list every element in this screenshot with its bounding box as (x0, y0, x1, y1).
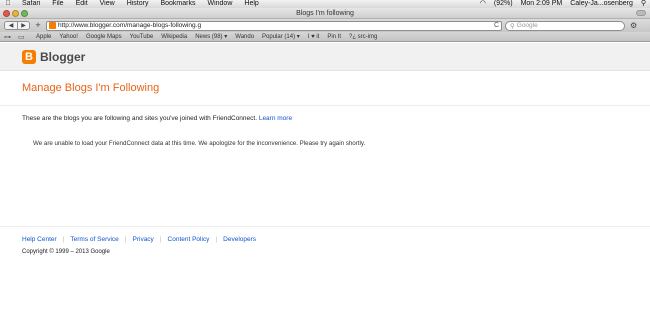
bookmark-yahoo[interactable]: Yahoo! (55, 34, 82, 40)
show-all-bookmarks-icon[interactable]: ▭ (18, 33, 32, 41)
add-bookmark-button[interactable]: + (33, 21, 43, 30)
menu-view[interactable]: View (94, 0, 121, 8)
toolbar-toggle-button[interactable] (636, 10, 646, 16)
blogger-favicon-icon (49, 22, 56, 29)
bookmark-wando[interactable]: Wando (231, 34, 258, 40)
footer-link-developers[interactable]: Developers (223, 236, 256, 243)
bookmarks-bar: ⊶ ▭ Apple Yahoo! Google Maps YouTube Wik… (0, 32, 650, 42)
reload-icon[interactable]: C (494, 22, 499, 29)
minimize-window-button[interactable] (12, 10, 19, 17)
window-title-bar: Blogs I'm following (0, 8, 650, 19)
apple-menu-icon[interactable]:  (0, 0, 16, 8)
spotlight-icon[interactable]: ⚲ (637, 0, 650, 8)
intro-text: These are the blogs you are following an… (22, 115, 292, 122)
footer-links: Help Center | Terms of Service | Privacy… (22, 236, 256, 243)
footer-separator: | (215, 236, 218, 243)
user-name[interactable]: Caley-Ja...osenberg (566, 0, 637, 8)
search-icon: ⚲ (510, 22, 515, 30)
footer-separator: | (124, 236, 127, 243)
footer-link-content-policy[interactable]: Content Policy (168, 236, 210, 243)
bookmark-src-img[interactable]: ?¿ src-img (345, 34, 381, 40)
footer-separator: | (62, 236, 65, 243)
window-controls (3, 10, 28, 17)
error-message: We are unable to load your FriendConnect… (33, 140, 366, 147)
close-window-button[interactable] (3, 10, 10, 17)
nav-buttons: ◀ ▶ (4, 21, 30, 30)
browser-toolbar: ◀ ▶ + http://www.blogger.com/manage-blog… (0, 19, 650, 32)
menu-edit[interactable]: Edit (70, 0, 94, 8)
footer-divider (0, 226, 650, 227)
bookmark-i-heart-it[interactable]: I ♥ it (304, 34, 324, 40)
bookmark-google-maps[interactable]: Google Maps (82, 34, 126, 40)
intro-description: These are the blogs you are following an… (22, 115, 258, 122)
menu-bar:  Safari File Edit View History Bookmark… (0, 0, 650, 8)
divider (0, 105, 650, 106)
window-title: Blogs I'm following (296, 10, 354, 17)
wifi-icon[interactable]: ◠ (476, 0, 490, 8)
forward-button[interactable]: ▶ (17, 22, 29, 29)
learn-more-link[interactable]: Learn more (259, 115, 292, 122)
search-field[interactable]: ⚲ Google (505, 20, 625, 31)
menu-window[interactable]: Window (201, 0, 238, 8)
bookmark-wikipedia[interactable]: Wikipedia (157, 34, 191, 40)
battery-status[interactable]: (92%) (490, 0, 517, 8)
bookmark-news[interactable]: News (98) ▾ (191, 33, 231, 40)
menu-help[interactable]: Help (238, 0, 264, 8)
copyright-text: Copyright © 1999 – 2013 Google (22, 249, 110, 255)
footer-separator: | (159, 236, 162, 243)
page-title: Manage Blogs I'm Following (22, 82, 160, 94)
address-bar[interactable]: http://www.blogger.com/manage-blogs-foll… (46, 20, 502, 31)
search-placeholder: Google (516, 22, 538, 29)
address-url[interactable]: http://www.blogger.com/manage-blogs-foll… (58, 22, 494, 29)
bookmark-pin-it[interactable]: Pin It (323, 34, 345, 40)
footer-link-terms[interactable]: Terms of Service (70, 236, 118, 243)
bookmark-popular[interactable]: Popular (14) ▾ (258, 33, 304, 40)
menu-bookmarks[interactable]: Bookmarks (154, 0, 201, 8)
footer-link-help-center[interactable]: Help Center (22, 236, 57, 243)
clock[interactable]: Mon 2:09 PM (517, 0, 567, 8)
zoom-window-button[interactable] (21, 10, 28, 17)
blogger-logo-text: Blogger (40, 50, 86, 64)
reading-list-icon[interactable]: ⊶ (4, 33, 18, 41)
menu-file[interactable]: File (46, 0, 69, 8)
blogger-logo[interactable]: B Blogger (22, 50, 85, 64)
blogger-logo-icon: B (22, 50, 36, 64)
menu-safari[interactable]: Safari (16, 0, 46, 8)
bookmark-youtube[interactable]: YouTube (126, 34, 158, 40)
menu-history[interactable]: History (121, 0, 155, 8)
gear-icon[interactable]: ⚙ (630, 21, 637, 30)
back-button[interactable]: ◀ (5, 22, 17, 29)
menu-bar-status: ◠ (92%) Mon 2:09 PM Caley-Ja...osenberg … (476, 0, 650, 8)
bookmark-apple[interactable]: Apple (32, 34, 55, 40)
page-header: B Blogger (0, 43, 650, 71)
footer-link-privacy[interactable]: Privacy (133, 236, 154, 243)
